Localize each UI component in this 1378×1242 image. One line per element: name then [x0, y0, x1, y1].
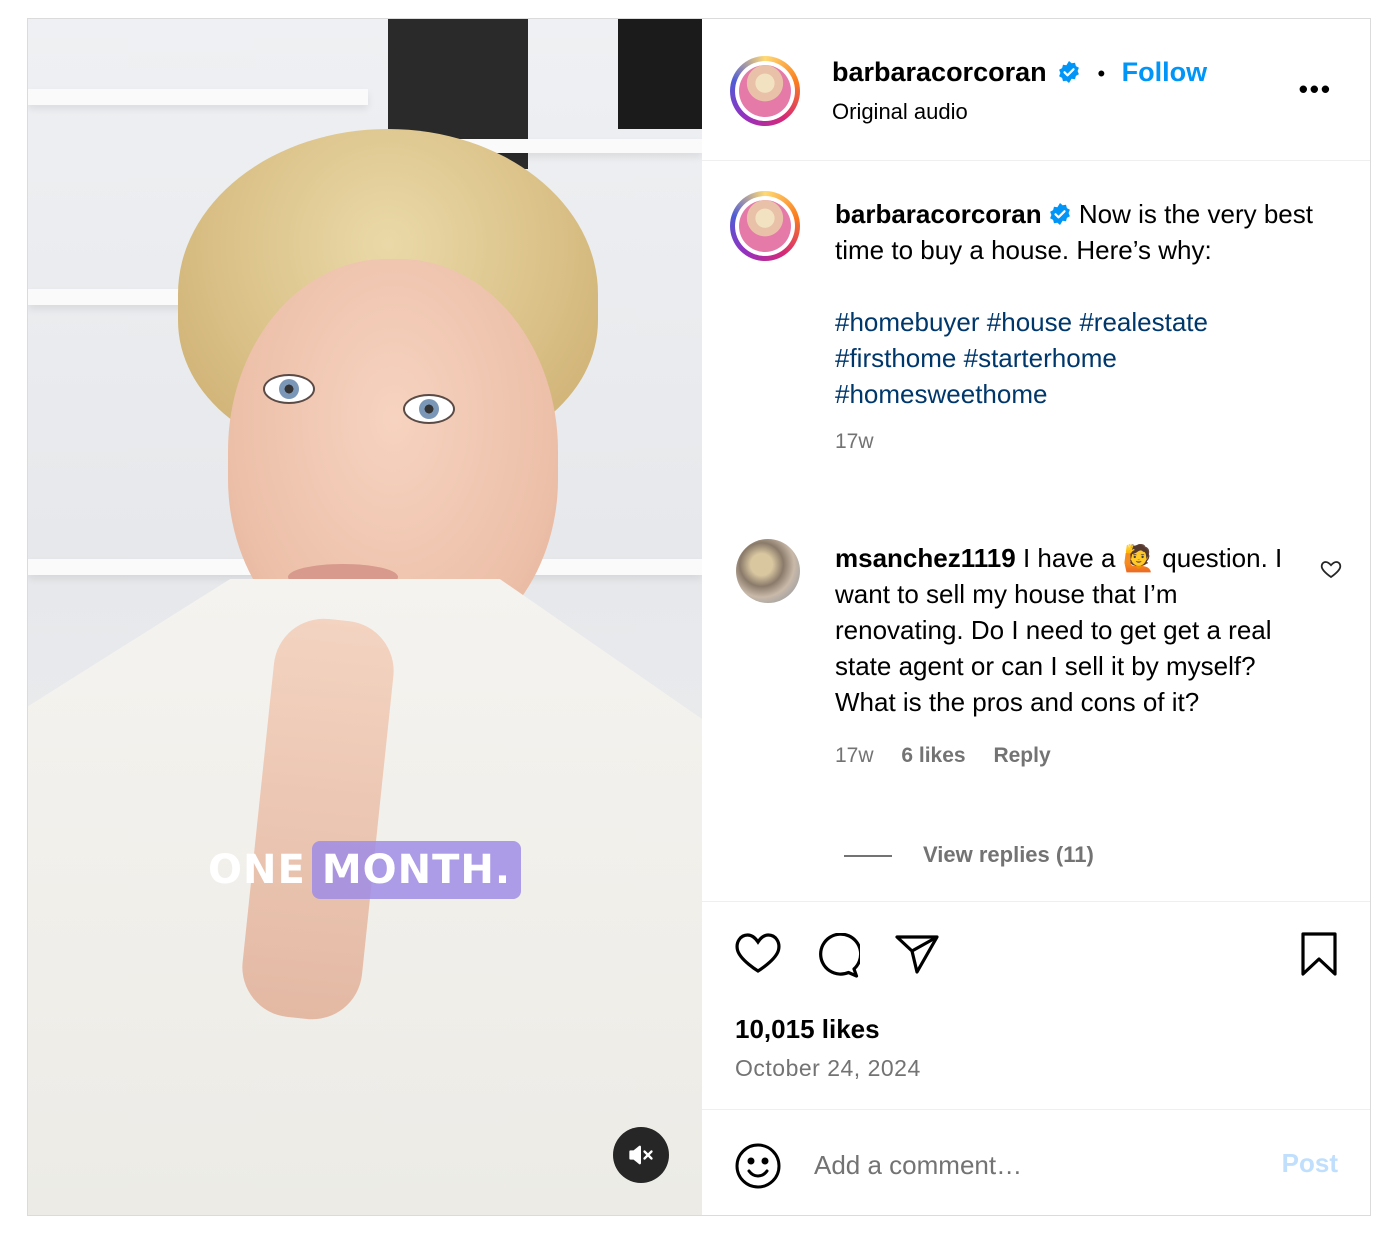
- hashtag-link[interactable]: #firsthome: [835, 343, 956, 373]
- more-options-icon[interactable]: •••: [1299, 74, 1332, 105]
- commenter-avatar[interactable]: [736, 539, 800, 603]
- video-caption-highlight: MONTH.: [311, 841, 522, 899]
- comment-button[interactable]: [814, 933, 860, 979]
- bookmark-icon: [1300, 931, 1338, 977]
- video-caption: ONE MONTH.: [208, 841, 522, 899]
- smiley-icon: [734, 1142, 782, 1190]
- background-books-right: [618, 19, 702, 129]
- hashtag-link[interactable]: #homebuyer: [835, 307, 980, 337]
- post-header: barbaracorcoran • Follow Original audio …: [702, 19, 1370, 161]
- reel-video[interactable]: ONE MONTH.: [28, 19, 702, 1215]
- comment: msanchez1119 I have a 🙋 question. I want…: [835, 540, 1295, 774]
- actions-divider: [702, 901, 1370, 902]
- view-replies-button[interactable]: View replies (11): [923, 842, 1094, 868]
- heart-icon: [734, 931, 782, 975]
- post-dialog: ONE MONTH. barbaracorcoran • Follow Orig…: [27, 18, 1371, 1216]
- comment-bubble-icon: [814, 933, 860, 979]
- verified-badge-icon: [1048, 199, 1072, 225]
- hashtag-link[interactable]: #house: [987, 307, 1072, 337]
- post-caption: barbaracorcoran Now is the very best tim…: [835, 196, 1325, 460]
- background-shelf: [28, 89, 368, 105]
- comment-text-start: I have a: [1022, 543, 1116, 573]
- post-comment-button[interactable]: Post: [1282, 1148, 1338, 1179]
- volume-muted-icon: [627, 1141, 655, 1169]
- caption-age[interactable]: 17w: [835, 424, 1325, 460]
- reply-button[interactable]: Reply: [993, 744, 1050, 767]
- raising-hand-emoji: 🙋: [1122, 543, 1156, 573]
- follow-button[interactable]: Follow: [1122, 57, 1207, 87]
- comment-like-button[interactable]: [1319, 557, 1343, 581]
- comment-meta: 17w 6 likes Reply: [835, 738, 1295, 774]
- comment-age[interactable]: 17w: [835, 744, 874, 767]
- replies-divider: [844, 855, 892, 857]
- post-details-panel: barbaracorcoran • Follow Original audio …: [702, 19, 1370, 1215]
- share-button[interactable]: [894, 933, 940, 975]
- author-username[interactable]: barbaracorcoran: [832, 57, 1047, 87]
- author-avatar[interactable]: [730, 56, 800, 126]
- post-date: October 24, 2024: [735, 1055, 921, 1081]
- like-button[interactable]: [734, 931, 782, 975]
- person-eye: [263, 374, 315, 404]
- add-comment-bar: Post: [702, 1109, 1370, 1216]
- emoji-picker-button[interactable]: [734, 1142, 782, 1190]
- caption-username[interactable]: barbaracorcoran: [835, 199, 1042, 229]
- person-eye: [403, 394, 455, 424]
- header-separator: •: [1097, 61, 1106, 86]
- hashtag-link[interactable]: #homesweethome: [835, 379, 1047, 409]
- hashtag-link[interactable]: #starterhome: [964, 343, 1117, 373]
- mute-toggle-button[interactable]: [613, 1127, 669, 1183]
- likes-count[interactable]: 10,015 likes: [735, 1014, 880, 1045]
- save-button[interactable]: [1300, 931, 1338, 977]
- video-caption-plain: ONE: [208, 847, 306, 893]
- verified-badge-icon: [1057, 60, 1081, 84]
- caption-hashtags: #homebuyer #house #realestate #firsthome…: [835, 304, 1325, 412]
- comment-likes[interactable]: 6 likes: [901, 744, 965, 767]
- audio-label[interactable]: Original audio: [832, 99, 968, 125]
- paper-plane-icon: [894, 933, 940, 975]
- caption-author-avatar[interactable]: [730, 191, 800, 261]
- heart-outline-icon: [1319, 557, 1343, 581]
- comment-username[interactable]: msanchez1119: [835, 543, 1016, 573]
- comment-input[interactable]: [812, 1144, 1236, 1186]
- hashtag-link[interactable]: #realestate: [1079, 307, 1208, 337]
